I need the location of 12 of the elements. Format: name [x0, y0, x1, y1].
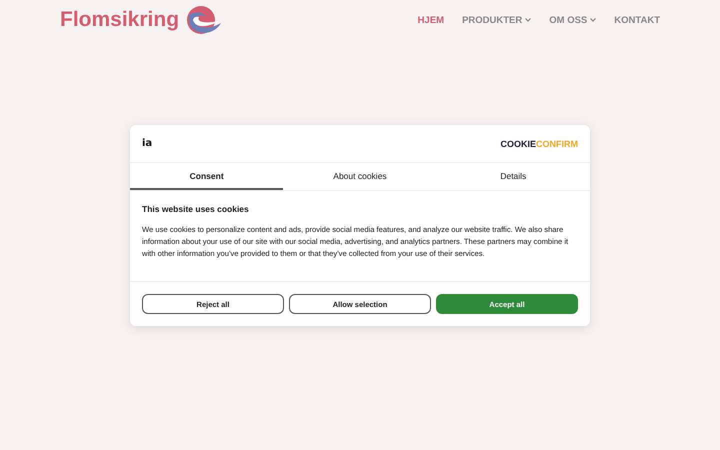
- dialog-tab[interactable]: Details: [436, 163, 590, 190]
- nav-link[interactable]: KONTAKT: [614, 14, 660, 26]
- nav-link[interactable]: HJEM: [418, 14, 444, 26]
- dialog-heading: This website uses cookies: [142, 204, 250, 214]
- site-logo-text[interactable]: Flomsikring: [60, 8, 180, 32]
- provider-logo: COOKIECONFIRM: [500, 138, 578, 148]
- nav-link[interactable]: PRODUKTER: [462, 14, 532, 26]
- dialog-tab[interactable]: Consent: [130, 163, 284, 190]
- wave-logo-icon: [185, 5, 222, 35]
- nav-link[interactable]: OM OSS: [549, 14, 596, 26]
- dialog-tab[interactable]: About cookies: [283, 163, 437, 190]
- brand-logo: ia: [142, 138, 152, 149]
